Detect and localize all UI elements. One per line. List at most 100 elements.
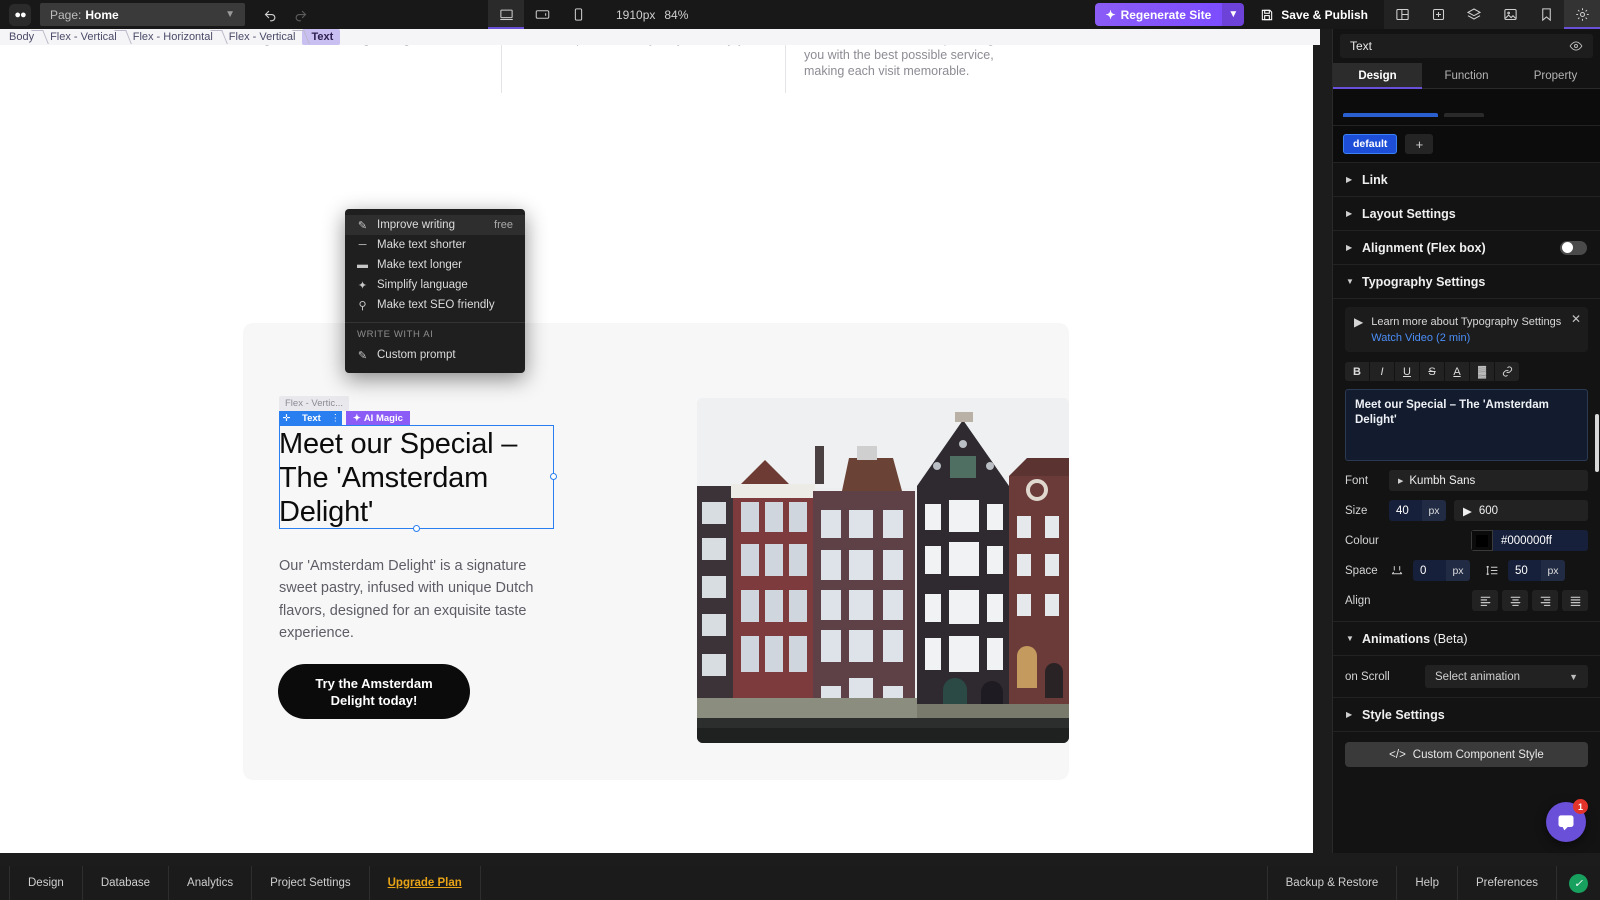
section-link-label: Link (1362, 172, 1388, 187)
text-selection-box[interactable] (279, 425, 557, 532)
bottom-item-upgrade-plan[interactable]: Upgrade Plan (370, 866, 481, 900)
bookmark-icon[interactable] (1528, 0, 1564, 29)
tab-property[interactable]: Property (1511, 63, 1600, 88)
section-alignment-flexbox[interactable]: ▶ Alignment (Flex box) (1333, 231, 1600, 265)
bottom-item-database[interactable]: Database (83, 866, 170, 900)
redo-button[interactable] (287, 3, 313, 27)
layout-panel-icon[interactable] (1384, 0, 1420, 29)
line-height-input[interactable]: 50 (1508, 560, 1541, 581)
viewport-mobile-button[interactable] (560, 0, 596, 29)
bottom-item-help[interactable]: Help (1396, 866, 1457, 900)
play-circle-icon[interactable]: ▶ (1354, 315, 1363, 344)
text-color-button[interactable]: A (1445, 362, 1469, 381)
menu-item-improve-writing[interactable]: ✎ Improve writing free (345, 215, 525, 235)
bottom-item-backup-restore[interactable]: Backup & Restore (1266, 866, 1397, 900)
triangle-right-icon: ▶ (1346, 243, 1353, 252)
menu-item-make-text-seo-friendly[interactable]: ⚲ Make text SEO friendly (345, 295, 525, 315)
alignment-toggle[interactable] (1560, 240, 1587, 255)
tab-design[interactable]: Design (1333, 63, 1422, 89)
close-icon[interactable]: ✕ (1571, 312, 1581, 326)
amsterdam-canal-houses-image[interactable] (697, 398, 1069, 743)
layers-icon[interactable] (1456, 0, 1492, 29)
menu-item-simplify-language[interactable]: ✦ Simplify language (345, 275, 525, 295)
section-typography-settings[interactable]: ▼ Typography Settings (1333, 265, 1600, 299)
italic-button[interactable]: I (1370, 362, 1394, 381)
plus-icon[interactable]: + (1405, 134, 1434, 154)
font-size-unit[interactable]: px (1422, 500, 1446, 521)
regenerate-dropdown-button[interactable]: ▼ (1222, 3, 1245, 26)
underline-button[interactable]: U (1395, 362, 1419, 381)
font-label: Font (1345, 474, 1369, 487)
page-selector[interactable]: Page: Home ▼ (40, 3, 245, 26)
media-image-icon[interactable] (1492, 0, 1528, 29)
regenerate-site-button[interactable]: ✦ Regenerate Site (1094, 3, 1223, 26)
bottom-item-preferences[interactable]: Preferences (1456, 866, 1556, 900)
tab-function[interactable]: Function (1422, 63, 1511, 88)
font-weight-select[interactable]: ▶ 600 (1454, 500, 1588, 521)
chevron-down-icon: ▼ (1569, 671, 1578, 682)
on-scroll-animation-select[interactable]: Select animation ▼ (1425, 665, 1588, 688)
breadcrumb-item-body[interactable]: Body (0, 29, 41, 45)
menu-item-make-text-shorter[interactable]: ─ Make text shorter (345, 235, 525, 255)
bottom-item-project-settings[interactable]: Project Settings (252, 866, 370, 900)
panel-scrollbar-thumb[interactable] (1595, 414, 1599, 472)
breadcrumb-item-flex-vertical-2[interactable]: Flex - Vertical (220, 29, 303, 45)
selected-element-label[interactable]: Text (294, 411, 329, 425)
viewport-tablet-button[interactable] (524, 0, 560, 29)
colour-swatch[interactable] (1471, 530, 1493, 551)
watch-video-link[interactable]: Watch Video (2 min) (1371, 332, 1561, 344)
strikethrough-button[interactable]: S (1420, 362, 1444, 381)
hero-body-copy[interactable]: Our 'Amsterdam Delight' is a signature s… (279, 555, 564, 644)
clipped-tabs-row (1333, 89, 1600, 126)
text-content-input[interactable]: Meet our Special – The 'Amsterdam Deligh… (1345, 389, 1588, 461)
brand-logo-button[interactable]: ●● (0, 0, 40, 29)
bold-button[interactable]: B (1345, 362, 1369, 381)
align-right-icon[interactable] (1532, 590, 1558, 611)
viewport-desktop-button[interactable] (488, 0, 524, 29)
hero-cta-button[interactable]: Try the Amsterdam Delight today! (278, 664, 470, 719)
menu-item-custom-prompt[interactable]: ✎ Custom prompt (345, 345, 525, 365)
custom-component-style-button[interactable]: </> Custom Component Style (1345, 742, 1588, 767)
panel-title-bar: Text (1340, 34, 1593, 58)
regenerate-site-control[interactable]: ✦ Regenerate Site ▼ (1094, 3, 1245, 26)
add-element-icon[interactable] (1420, 0, 1456, 29)
save-publish-button[interactable]: Save & Publish (1244, 0, 1384, 29)
breadcrumb-item-flex-vertical-1[interactable]: Flex - Vertical (41, 29, 124, 45)
kebab-menu-icon[interactable]: ⋮ (328, 411, 342, 425)
letter-spacing-unit[interactable]: px (1446, 560, 1470, 581)
letter-spacing-input[interactable]: 0 (1413, 560, 1446, 581)
clipped-tab-active[interactable] (1343, 113, 1438, 117)
breadcrumb-item-flex-horizontal[interactable]: Flex - Horizontal (124, 29, 220, 45)
align-left-icon[interactable] (1472, 590, 1498, 611)
line-height-unit[interactable]: px (1541, 560, 1565, 581)
feature-column-1: ingredients, ensuring a delightful taste… (230, 45, 500, 107)
section-link[interactable]: ▶ Link (1333, 163, 1600, 197)
state-chip-default[interactable]: default (1343, 134, 1398, 154)
clipped-tab-inactive[interactable] (1444, 113, 1484, 117)
font-size-input[interactable]: 40 (1389, 500, 1422, 521)
menu-item-make-text-longer[interactable]: ▬ Make text longer (345, 255, 525, 275)
font-family-select[interactable]: ▶ Kumbh Sans (1389, 470, 1588, 491)
page-canvas[interactable]: ingredients, ensuring a delightful taste… (0, 45, 1313, 853)
intercom-chat-button[interactable]: 1 (1546, 799, 1588, 842)
align-center-icon[interactable] (1502, 590, 1528, 611)
colour-hex-input[interactable]: #000000ff (1493, 530, 1588, 551)
top-feature-columns: ingredients, ensuring a delightful taste… (0, 45, 1313, 107)
highlight-button[interactable]: ▓ (1470, 362, 1494, 381)
undo-button[interactable] (257, 3, 283, 27)
eye-icon[interactable] (1569, 39, 1583, 53)
check-circle-icon[interactable]: ✓ (1556, 866, 1600, 900)
resize-handle-right[interactable] (550, 473, 557, 480)
gear-icon[interactable] (1564, 0, 1600, 29)
link-button[interactable] (1495, 362, 1519, 381)
bottom-item-analytics[interactable]: Analytics (169, 866, 253, 900)
regenerate-site-label: Regenerate Site (1120, 7, 1212, 22)
resize-handle-bottom[interactable] (412, 525, 420, 532)
section-animations[interactable]: ▼ Animations (Beta) (1333, 622, 1600, 656)
section-layout-settings[interactable]: ▶ Layout Settings (1333, 197, 1600, 231)
move-handle-icon[interactable]: ✛ (279, 411, 294, 425)
ai-magic-button[interactable]: ✦ AI Magic (345, 411, 410, 425)
section-style-settings[interactable]: ▶ Style Settings (1333, 698, 1600, 732)
bottom-item-design[interactable]: Design (9, 866, 83, 900)
align-justify-icon[interactable] (1562, 590, 1588, 611)
